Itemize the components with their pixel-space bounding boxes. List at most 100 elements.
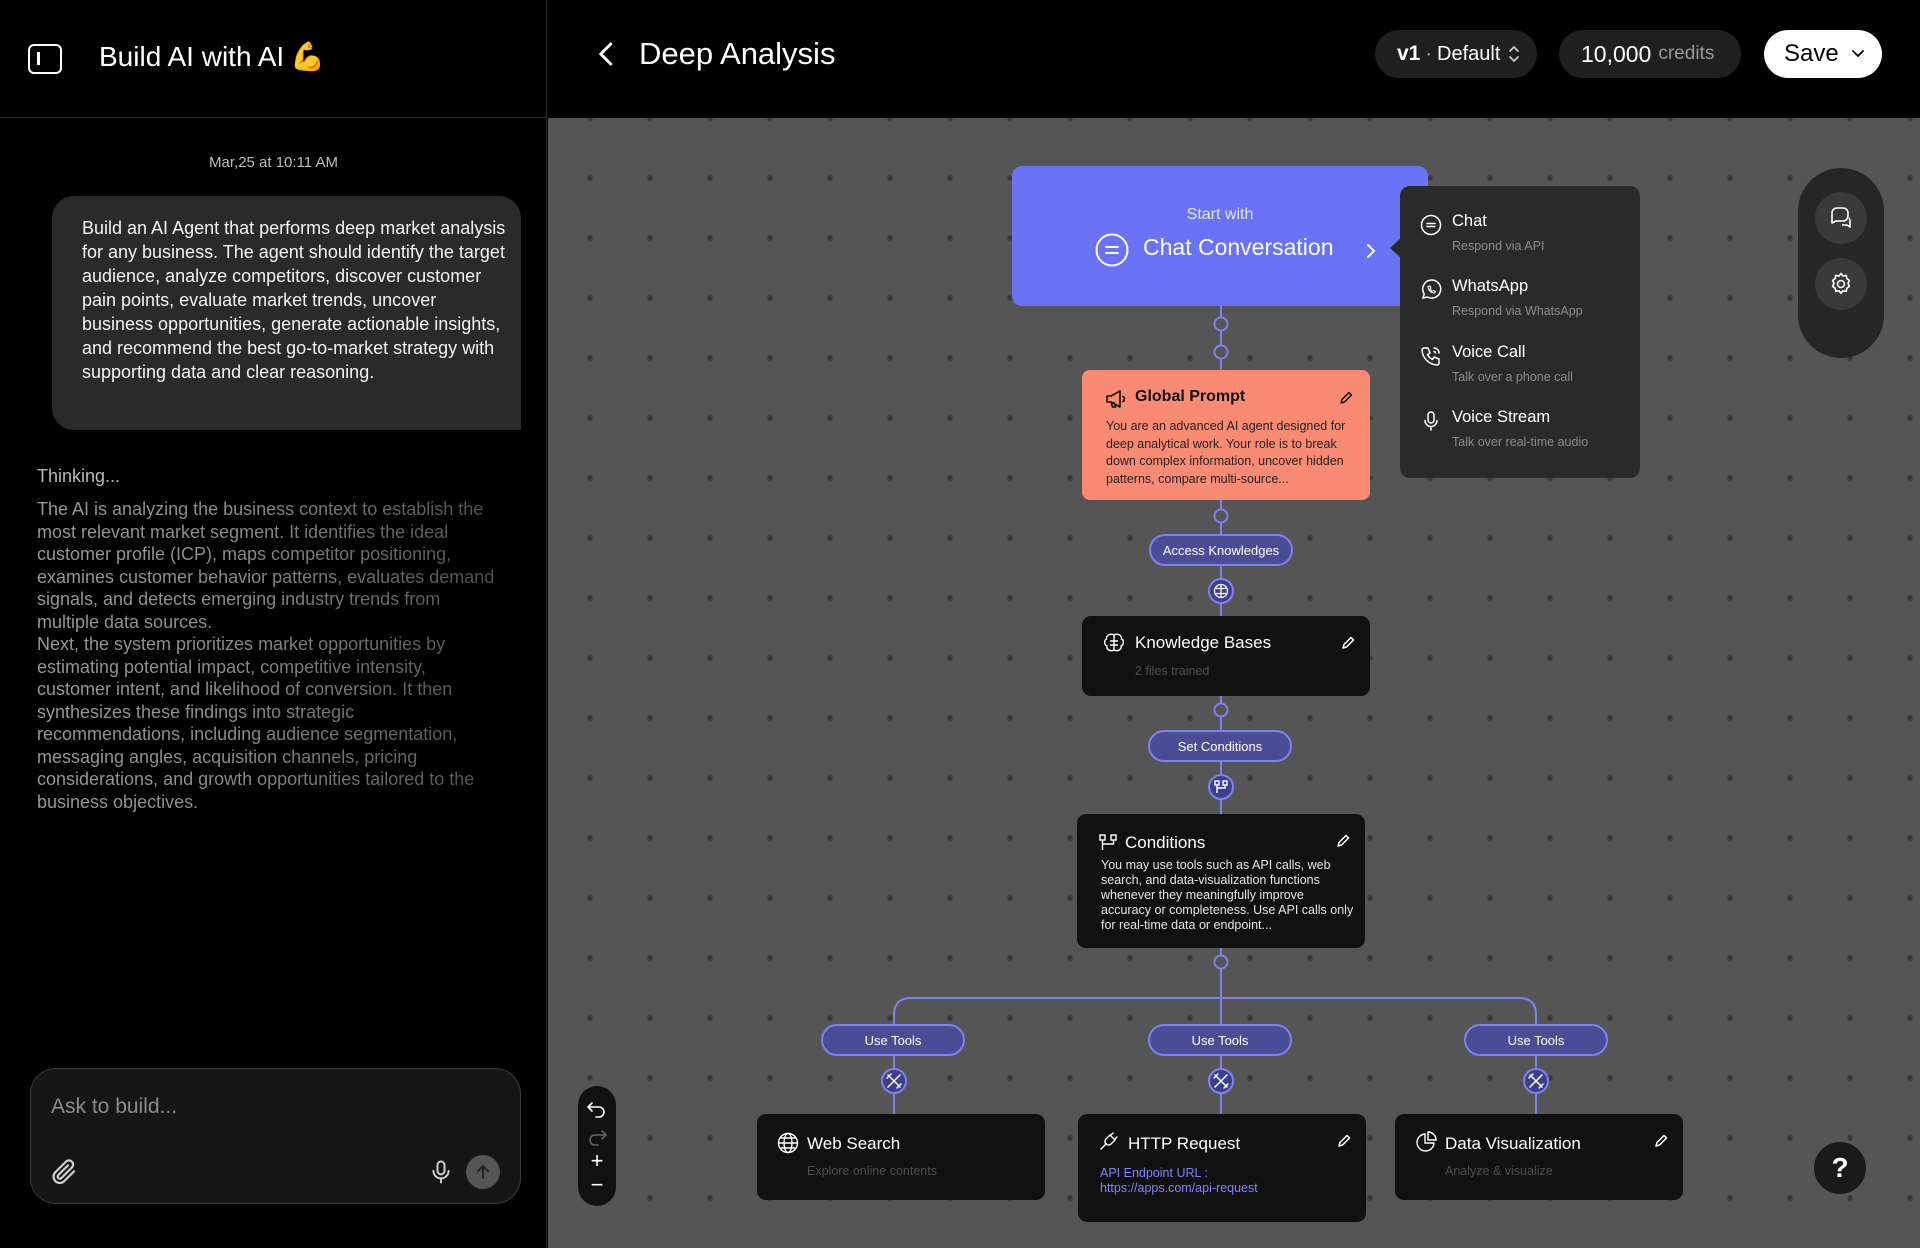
credits-value: 10,000 (1581, 40, 1652, 67)
pencil-icon[interactable] (1340, 635, 1356, 651)
undo-icon[interactable] (585, 1098, 609, 1120)
arrow-up-icon (477, 1164, 489, 1179)
channel-menu: Chat Respond via API WhatsApp Respond vi… (1390, 186, 1640, 478)
pencil-icon[interactable] (1336, 1133, 1352, 1149)
channel-sub: Respond via API (1452, 239, 1545, 253)
access-knowledges-pill[interactable]: Access Knowledges (1149, 534, 1293, 566)
thinking-label: Thinking... (37, 466, 121, 486)
up-down-chevron-icon (1509, 45, 1519, 63)
channel-item-whatsapp[interactable]: WhatsApp Respond via WhatsApp (1420, 275, 1630, 325)
app-title-text: Build AI with AI (99, 41, 285, 72)
channel-item-voice-stream[interactable]: Voice Stream Talk over real-time audio (1420, 406, 1630, 456)
knowledge-bases-node[interactable]: Knowledge Bases 2 files trained (1082, 616, 1370, 696)
megaphone-icon (1106, 390, 1126, 408)
composer (30, 1068, 521, 1204)
credits-label: credits (1658, 43, 1715, 64)
zoom-out-button[interactable]: − (585, 1174, 609, 1196)
chevron-right-icon[interactable] (1363, 242, 1379, 260)
back-chevron-icon[interactable] (592, 38, 622, 70)
pencil-icon[interactable] (1653, 1133, 1669, 1149)
pie-chart-icon (1416, 1131, 1437, 1152)
chevron-down-icon (1852, 50, 1864, 58)
zoom-controls: + − (578, 1086, 616, 1206)
version-separator: · (1425, 42, 1433, 65)
set-conditions-pill[interactable]: Set Conditions (1148, 730, 1292, 762)
data-visualization-title: Data Visualization (1445, 1134, 1581, 1153)
globe-icon (777, 1132, 799, 1154)
pencil-icon[interactable] (1335, 833, 1351, 849)
version-name: Default (1437, 42, 1501, 65)
channel-item-voice-call[interactable]: Voice Call Talk over a phone call (1420, 341, 1630, 391)
paperclip-icon[interactable] (49, 1157, 79, 1187)
user-message-bubble: Build an AI Agent that performs deep mar… (52, 196, 521, 430)
thinking-paragraph: The AI is analyzing the business context… (37, 499, 495, 632)
tools-icon (1208, 1068, 1234, 1094)
channel-name: Voice Stream (1452, 408, 1551, 426)
version-select[interactable]: v1 · Default (1375, 30, 1537, 78)
send-button[interactable] (466, 1155, 500, 1189)
chat-panel-header: Build AI with AI 💪 (0, 0, 547, 118)
credits-badge: 10,000 credits (1559, 30, 1741, 78)
start-node[interactable]: Start with Chat Conversation (1012, 166, 1428, 306)
microphone-icon (1424, 411, 1438, 431)
web-search-sub: Explore online contents (807, 1164, 937, 1178)
thinking-paragraph: Next, the system prioritizes market oppo… (37, 634, 475, 812)
help-button[interactable]: ? (1814, 1142, 1866, 1194)
sidebar-toggle-icon[interactable] (28, 44, 62, 74)
app-title: Build AI with AI 💪 (99, 40, 325, 73)
branch-icon (1208, 774, 1234, 800)
settings-button[interactable] (1815, 258, 1867, 310)
channel-name: Voice Call (1452, 343, 1526, 361)
conditions-desc: You may use tools such as API calls, web… (1101, 858, 1354, 932)
channel-item-chat[interactable]: Chat Respond via API (1420, 210, 1630, 260)
start-title: Chat Conversation (1143, 234, 1334, 260)
web-search-title: Web Search (807, 1134, 901, 1153)
flow-canvas[interactable]: Start with Chat Conversation Chat Respon… (548, 118, 1920, 1248)
channel-name: WhatsApp (1452, 277, 1529, 295)
top-bar: Deep Analysis v1 · Default 10,000 credit… (548, 0, 1920, 118)
redo-icon[interactable] (585, 1126, 609, 1148)
zoom-in-button[interactable]: + (585, 1150, 609, 1172)
data-visualization-sub: Analyze & visualize (1445, 1164, 1553, 1178)
ask-input[interactable] (51, 1095, 481, 1119)
plug-icon (1100, 1132, 1118, 1150)
version-number: v1 (1397, 42, 1421, 65)
start-label: Start with (1186, 206, 1254, 223)
channel-sub: Talk over real-time audio (1452, 435, 1589, 449)
channel-sub: Respond via WhatsApp (1452, 304, 1583, 318)
phone-icon (1421, 347, 1440, 366)
chat-bubbles-icon (1831, 207, 1851, 228)
global-prompt-node[interactable]: Global Prompt You are an advanced AI age… (1082, 370, 1370, 500)
conditions-node[interactable]: Conditions You may use tools such as API… (1077, 814, 1365, 948)
data-visualization-node[interactable]: Data Visualization Analyze & visualize (1395, 1114, 1683, 1200)
tools-icon (1523, 1068, 1549, 1094)
channel-name: Chat (1452, 212, 1487, 230)
http-request-title: HTTP Request (1128, 1134, 1241, 1153)
pencil-icon[interactable] (1338, 390, 1354, 406)
canvas-tool-rail (1798, 168, 1884, 358)
chat-panel: Build AI with AI 💪 Mar,25 at 10:11 AM Bui… (0, 0, 547, 1248)
web-search-node[interactable]: Web Search Explore online contents (757, 1114, 1045, 1200)
flexed-biceps-emoji: 💪 (290, 41, 326, 72)
knowledge-bases-sub: 2 files trained (1135, 664, 1210, 678)
global-prompt-desc: You are an advanced AI agent designed fo… (1106, 419, 1346, 486)
api-endpoint-url[interactable]: https://apps.com/api-request (1100, 1181, 1258, 1196)
brain-icon (1103, 633, 1125, 652)
channel-sub: Talk over a phone call (1452, 370, 1573, 384)
app: Build AI with AI 💪 Mar,25 at 10:11 AM Bui… (0, 0, 1920, 1248)
message-timestamp: Mar,25 at 10:11 AM (209, 154, 338, 171)
whatsapp-icon (1421, 279, 1442, 300)
comments-button[interactable] (1815, 192, 1867, 244)
conditions-title: Conditions (1125, 833, 1206, 852)
knowledge-bases-title: Knowledge Bases (1135, 633, 1272, 652)
save-button[interactable]: Save (1764, 30, 1882, 78)
save-label: Save (1784, 40, 1839, 67)
use-tools-pill-http[interactable]: Use Tools (1148, 1024, 1292, 1056)
thinking-text: The AI is analyzing the business context… (37, 498, 497, 813)
brain-icon (1208, 578, 1234, 604)
http-request-node[interactable]: HTTP Request API Endpoint URL : https://… (1078, 1114, 1366, 1222)
use-tools-pill-viz[interactable]: Use Tools (1464, 1024, 1608, 1056)
use-tools-pill-web[interactable]: Use Tools (821, 1024, 965, 1056)
global-prompt-title: Global Prompt (1135, 388, 1246, 405)
microphone-icon[interactable] (427, 1157, 455, 1187)
